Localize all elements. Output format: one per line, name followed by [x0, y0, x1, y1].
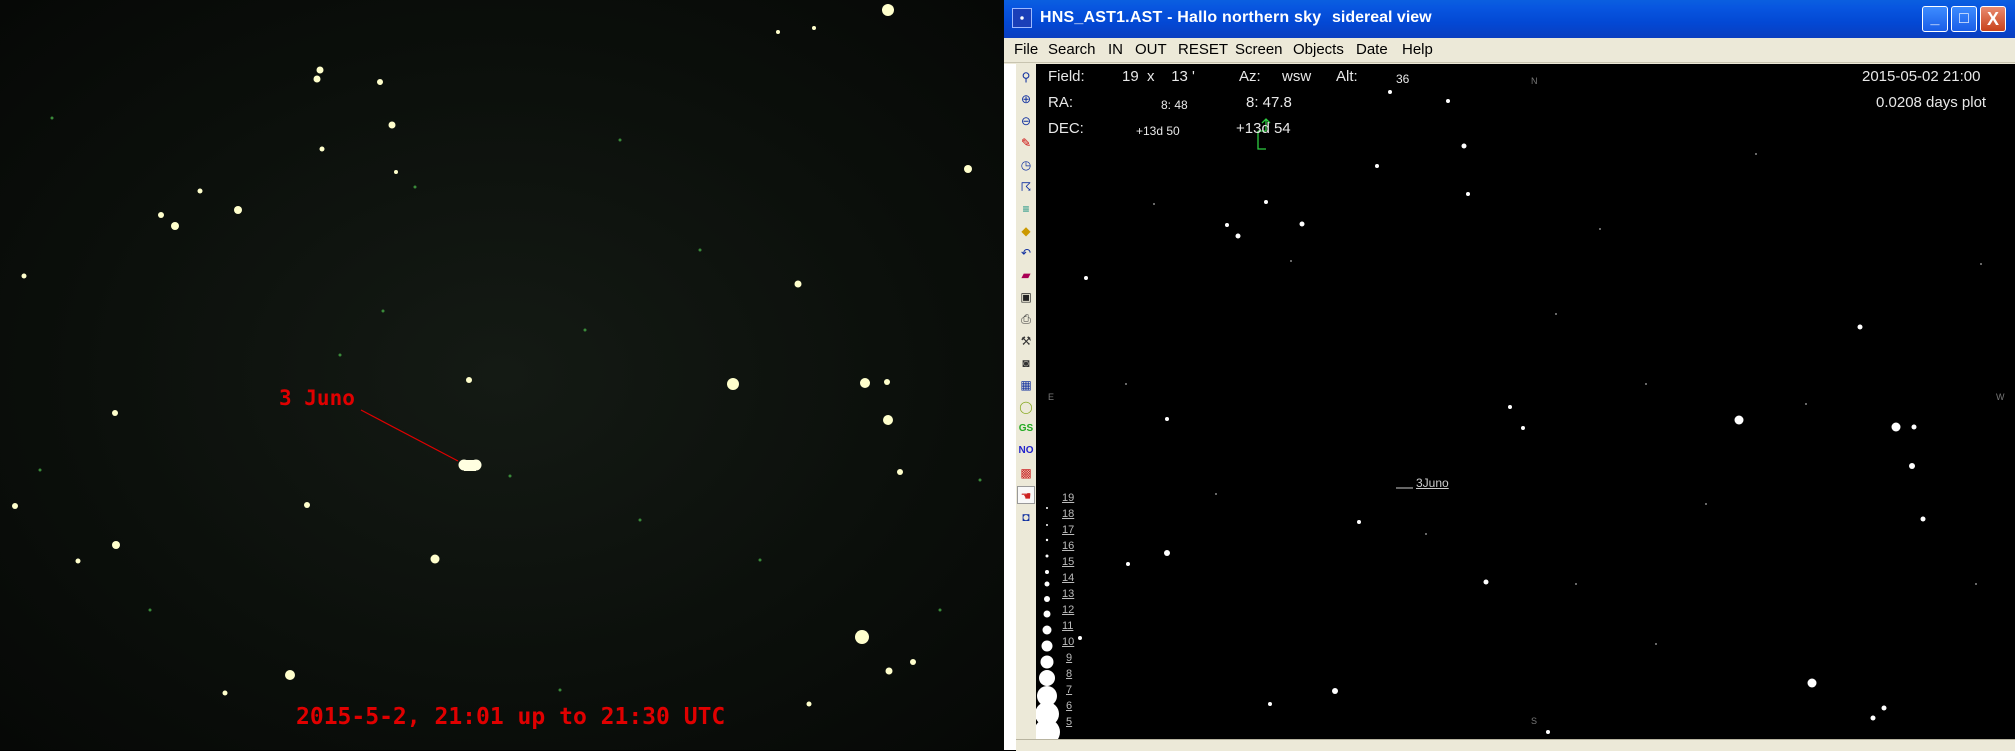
magnitude-label: 14 [1062, 572, 1075, 584]
menu-date[interactable]: Date [1356, 41, 1388, 58]
magnitude-label: 16 [1062, 540, 1075, 552]
magnitude-label: 5 [1066, 716, 1073, 728]
minimize-button[interactable]: _ [1922, 6, 1948, 32]
ra-value: 8: 47.8 [1246, 94, 1292, 111]
az-label: Az: [1239, 68, 1261, 85]
menu-search[interactable]: Search [1048, 41, 1096, 58]
menu-file[interactable]: File [1014, 41, 1038, 58]
photo-caption: 2015-5-2, 21:01 up to 21:30 UTC [296, 704, 726, 730]
binoculars-icon[interactable]: ⚲ [1017, 68, 1035, 86]
south-marker: S [1531, 716, 1538, 726]
field-value: 19 x 13 ' [1122, 68, 1195, 85]
book-icon[interactable]: ▰ [1017, 266, 1035, 284]
alt-label: Alt: [1336, 68, 1358, 85]
west-marker: W [1996, 392, 2005, 402]
paint-icon[interactable]: ◆ [1017, 222, 1035, 240]
menu-help[interactable]: Help [1402, 41, 1433, 58]
zoom-in-icon[interactable]: ⊕ [1017, 90, 1035, 108]
ring-icon[interactable]: ◯ [1017, 398, 1035, 416]
dec-small-value: +13d 50 [1136, 124, 1180, 138]
pencil-icon[interactable]: ✎ [1017, 134, 1035, 152]
magnitude-label: 10 [1062, 636, 1075, 648]
save-icon[interactable]: ▣ [1017, 288, 1035, 306]
magnitude-label: 18 [1062, 508, 1075, 520]
dec-value: +13d 54 [1236, 120, 1291, 137]
magnitude-label: 17 [1062, 524, 1075, 536]
undo-icon[interactable]: ↶ [1017, 244, 1035, 262]
magnitude-label: 7 [1066, 684, 1073, 696]
left-margin [1004, 64, 1016, 750]
plot-interval: 0.0208 days plot [1876, 94, 1987, 111]
photo-icon[interactable]: ◘ [1017, 508, 1035, 526]
juno-photo: 3 Juno 2015-5-2, 21:01 up to 21:30 UTC [0, 0, 1004, 750]
magnitude-label: 9 [1066, 652, 1073, 664]
view-mode-title: sidereal view [1332, 9, 1432, 26]
datetime-display: 2015-05-02 21:00 [1862, 68, 1981, 85]
calendar-icon[interactable]: ▦ [1017, 376, 1035, 394]
clock-icon[interactable]: ◷ [1017, 156, 1035, 174]
window-title: HNS_AST1.AST - Hallo northern sky [1040, 9, 1322, 26]
menu-out[interactable]: OUT [1135, 41, 1167, 58]
dec-label: DEC: [1048, 120, 1084, 137]
juno-streak [458, 459, 482, 471]
zoom-out-icon[interactable]: ⊖ [1017, 112, 1035, 130]
grid-icon[interactable]: ▩ [1017, 464, 1035, 482]
app-logo-icon [1012, 8, 1032, 28]
sky-chart[interactable]: Field: 19 x 13 ' Az: wsw Alt: 36 RA: 8: … [1036, 64, 2015, 739]
runner-icon[interactable]: ☈ [1017, 178, 1035, 196]
ra-label: RA: [1048, 94, 1074, 111]
magnitude-label: 19 [1062, 492, 1075, 504]
magnitude-label: 8 [1066, 668, 1073, 680]
vertical-toolbar: ⚲ ⊕ ⊖ ✎ ◷ ☈ ≡ ◆ ↶ ▰ ▣ ⎙ ⚒ ◙ ▦ ◯ GS NO ▩ … [1016, 64, 1036, 747]
magnitude-scale-dots [1036, 507, 1060, 739]
app-window: HNS_AST1.AST - Hallo northern sky sidere… [1004, 0, 2015, 751]
menu-in[interactable]: IN [1108, 41, 1123, 58]
magnitude-label: 13 [1062, 588, 1075, 600]
no-icon[interactable]: NO [1017, 442, 1035, 460]
close-button[interactable]: X [1980, 6, 2006, 32]
az-value: wsw [1282, 68, 1312, 85]
magnitude-label: 15 [1062, 556, 1075, 568]
maximize-button[interactable]: □ [1951, 6, 1977, 32]
magnitude-label: 6 [1066, 700, 1073, 712]
title-bar[interactable]: HNS_AST1.AST - Hallo northern sky sidere… [1004, 0, 2015, 38]
print-icon[interactable]: ⎙ [1017, 310, 1035, 328]
magnitude-label: 11 [1062, 620, 1074, 632]
ra-small-value: 8: 48 [1161, 98, 1188, 112]
field-label: Field: [1048, 68, 1085, 85]
wrench-icon[interactable]: ⚒ [1017, 332, 1035, 350]
juno-photo-label: 3 Juno [279, 386, 355, 410]
menu-reset[interactable]: RESET [1178, 41, 1228, 58]
menu-bar: File Search IN OUT RESET Screen Objects … [1004, 38, 2015, 63]
menu-objects[interactable]: Objects [1293, 41, 1344, 58]
east-marker: E [1048, 392, 1055, 402]
hand-icon[interactable]: ☚ [1017, 486, 1035, 504]
alt-value: 36 [1396, 72, 1410, 86]
status-bar [1016, 739, 2015, 751]
gs-icon[interactable]: GS [1017, 420, 1035, 438]
camera-icon[interactable]: ◙ [1017, 354, 1035, 372]
magnitude-label: 12 [1062, 604, 1075, 616]
stack-icon[interactable]: ≡ [1017, 200, 1035, 218]
sky-star-map [1036, 90, 1982, 739]
juno-chart-label[interactable]: 3Juno [1416, 476, 1449, 490]
star-field-photo [12, 4, 982, 707]
menu-screen[interactable]: Screen [1235, 41, 1283, 58]
north-marker: N [1531, 76, 1538, 86]
